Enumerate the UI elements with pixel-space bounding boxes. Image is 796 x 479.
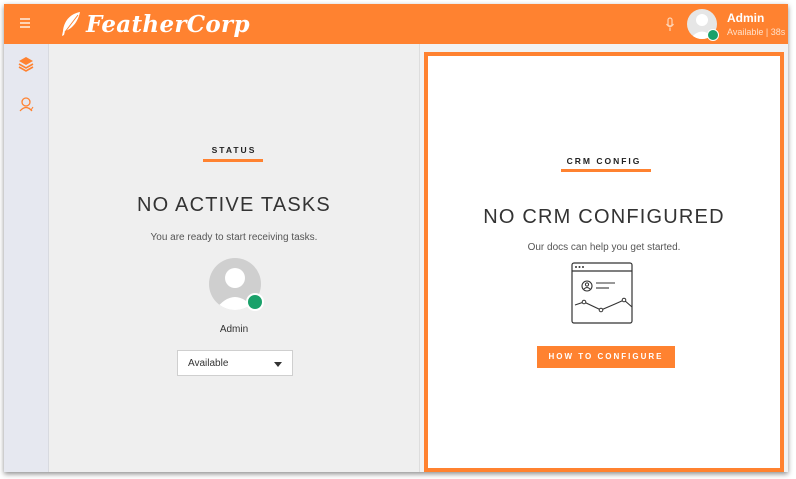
agent-icon[interactable] (18, 96, 34, 112)
status-subtitle: You are ready to start receiving tasks. (150, 232, 318, 243)
status-dropdown-value: Available (188, 358, 229, 369)
status-panel: STATUS NO ACTIVE TASKS You are ready to … (49, 44, 420, 472)
app-window: FeatherCorp Admin Available | 38s STATUS… (4, 4, 788, 472)
agent-name: Admin (219, 324, 249, 335)
crm-title: NO CRM CONFIGURED (483, 206, 725, 228)
crm-config-label: CRM CONFIG (566, 156, 642, 166)
crm-config-panel: CRM CONFIG NO CRM CONFIGURED Our docs ca… (424, 52, 784, 472)
status-label: STATUS (211, 145, 257, 155)
hamburger-icon[interactable] (20, 18, 30, 30)
feather-icon (62, 12, 80, 36)
presence-indicator (707, 29, 719, 41)
logo: FeatherCorp (60, 10, 250, 38)
user-status-line: Available | 38s (727, 27, 786, 37)
status-title: NO ACTIVE TASKS (137, 194, 331, 216)
presence-indicator (246, 293, 264, 311)
caret-down-icon (274, 362, 282, 367)
crm-config-label-underline (561, 169, 651, 172)
status-label-underline (203, 159, 263, 162)
docs-browser-icon (571, 262, 633, 324)
user-name: Admin (727, 11, 765, 25)
top-bar: FeatherCorp Admin Available | 38s (4, 4, 788, 44)
crm-subtitle: Our docs can help you get started. (527, 242, 681, 253)
logo-text: FeatherCorp (86, 10, 250, 38)
microphone-icon[interactable] (665, 17, 675, 32)
status-dropdown[interactable]: Available (177, 350, 293, 376)
sidebar (4, 44, 49, 472)
layers-icon[interactable] (18, 56, 34, 72)
how-to-configure-button[interactable]: HOW TO CONFIGURE (537, 346, 675, 368)
